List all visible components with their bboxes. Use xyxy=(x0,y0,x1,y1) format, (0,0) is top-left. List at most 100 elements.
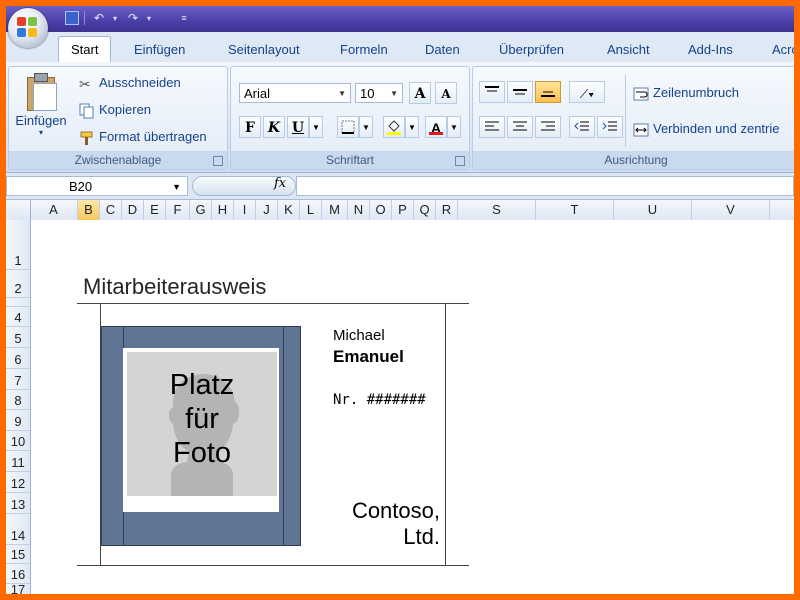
column-header[interactable]: A xyxy=(30,200,78,220)
wrap-text-button[interactable]: Zeilenumbruch xyxy=(633,83,739,103)
font-color-button[interactable]: A xyxy=(425,116,447,138)
column-header[interactable]: C xyxy=(100,200,122,220)
cut-button[interactable]: ✂ Ausschneiden xyxy=(79,73,181,93)
row-header[interactable]: 2 xyxy=(6,270,30,298)
increase-indent-button[interactable] xyxy=(597,116,623,138)
borders-button[interactable] xyxy=(337,116,359,138)
company-name[interactable]: Contoso, Ltd. xyxy=(306,498,440,550)
row-header[interactable]: 14 xyxy=(6,514,30,545)
fill-color-dropdown-icon[interactable]: ▼ xyxy=(405,116,419,138)
column-header[interactable]: V xyxy=(692,200,770,220)
font-size-select[interactable]: 10 ▼ xyxy=(355,83,403,103)
employee-number[interactable]: Nr. ####### xyxy=(333,392,426,408)
row-header[interactable]: 6 xyxy=(6,348,30,369)
format-painter-button[interactable]: Format übertragen xyxy=(79,127,207,147)
underline-dropdown-icon[interactable]: ▼ xyxy=(309,116,323,138)
italic-button[interactable]: K xyxy=(263,116,285,138)
select-all-corner[interactable] xyxy=(6,200,31,220)
row-header[interactable]: 8 xyxy=(6,390,30,410)
column-header[interactable]: T xyxy=(536,200,614,220)
column-header[interactable]: O xyxy=(370,200,392,220)
row-header[interactable]: 16 xyxy=(6,564,30,584)
row-header[interactable]: 15 xyxy=(6,545,30,564)
undo-dropdown-icon[interactable]: ▾ xyxy=(110,9,120,27)
chevron-down-icon[interactable]: ▼ xyxy=(172,177,181,197)
badge-right-border xyxy=(445,303,446,565)
row-header[interactable]: 5 xyxy=(6,327,30,348)
row-header[interactable]: 4 xyxy=(6,307,30,327)
align-right-button[interactable] xyxy=(535,116,561,138)
font-family-select[interactable]: Arial ▼ xyxy=(239,83,351,103)
row-header[interactable]: 13 xyxy=(6,493,30,514)
column-header[interactable]: F xyxy=(166,200,190,220)
underline-button[interactable]: U xyxy=(287,116,309,138)
decrease-indent-button[interactable] xyxy=(569,116,595,138)
tab-daten[interactable]: Daten xyxy=(425,38,460,62)
copy-button[interactable]: Kopieren xyxy=(79,100,151,120)
photo-frame-divider xyxy=(283,326,284,546)
tab-einfuegen[interactable]: Einfügen xyxy=(134,38,185,62)
grow-font-button[interactable]: A xyxy=(409,82,431,104)
font-color-dropdown-icon[interactable]: ▼ xyxy=(447,116,461,138)
customize-toolbar-icon[interactable]: ≡ xyxy=(178,9,190,27)
row-header[interactable]: 7 xyxy=(6,369,30,390)
align-left-button[interactable] xyxy=(479,116,505,138)
orientation-button[interactable]: ⟋▾ xyxy=(569,81,605,103)
employee-last-name[interactable]: Emanuel xyxy=(333,347,404,367)
column-header[interactable]: G xyxy=(190,200,212,220)
column-header[interactable]: Q xyxy=(414,200,436,220)
column-header[interactable]: L xyxy=(300,200,322,220)
employee-first-name[interactable]: Michael xyxy=(333,327,385,344)
paste-button[interactable]: Einfügen ▾ xyxy=(11,73,71,137)
column-header[interactable]: B xyxy=(78,200,100,220)
fill-color-button[interactable] xyxy=(383,116,405,138)
column-header[interactable]: J xyxy=(256,200,278,220)
tab-start[interactable]: Start xyxy=(58,36,112,63)
row-header[interactable]: 11 xyxy=(6,451,30,472)
column-header[interactable]: S xyxy=(458,200,536,220)
column-header[interactable]: N xyxy=(348,200,370,220)
tab-ansicht[interactable]: Ansicht xyxy=(607,38,650,62)
tab-ueberpruefen[interactable]: Überprüfen xyxy=(499,38,564,62)
tab-seitenlayout[interactable]: Seitenlayout xyxy=(228,38,300,62)
office-button[interactable] xyxy=(8,8,48,48)
merge-cells-icon xyxy=(633,122,649,138)
redo-icon[interactable]: ↷ xyxy=(124,9,142,27)
formula-input[interactable] xyxy=(296,176,794,196)
row-header[interactable]: 1 xyxy=(6,220,30,270)
tab-formeln[interactable]: Formeln xyxy=(340,38,388,62)
column-header[interactable]: I xyxy=(234,200,256,220)
undo-icon[interactable]: ↶ xyxy=(90,9,108,27)
row-header[interactable]: 9 xyxy=(6,410,30,431)
row-header[interactable]: 17 xyxy=(6,582,30,594)
column-header[interactable]: K xyxy=(278,200,300,220)
align-middle-button[interactable] xyxy=(507,81,533,103)
column-header[interactable]: H xyxy=(212,200,234,220)
row-header[interactable]: 3 xyxy=(6,298,30,307)
align-center-button[interactable] xyxy=(507,116,533,138)
column-header[interactable]: E xyxy=(144,200,166,220)
row-header[interactable]: 12 xyxy=(6,472,30,493)
font-dialog-launcher-icon[interactable] xyxy=(455,156,465,166)
align-bottom-button[interactable] xyxy=(535,81,561,103)
clipboard-dialog-launcher-icon[interactable] xyxy=(213,156,223,166)
name-box[interactable]: B20 ▼ xyxy=(6,176,188,196)
row-header[interactable]: 10 xyxy=(6,431,30,451)
borders-dropdown-icon[interactable]: ▼ xyxy=(359,116,373,138)
align-top-button[interactable] xyxy=(479,81,505,103)
bold-button[interactable]: F xyxy=(239,116,261,138)
column-header[interactable]: D xyxy=(122,200,144,220)
save-icon[interactable] xyxy=(64,9,80,27)
tab-add-ins[interactable]: Add-Ins xyxy=(688,38,733,62)
column-header[interactable]: P xyxy=(392,200,414,220)
column-header[interactable]: R xyxy=(436,200,458,220)
tab-acrobat[interactable]: Acro xyxy=(772,38,794,62)
merge-center-button[interactable]: Verbinden und zentrie xyxy=(633,119,779,139)
column-header[interactable]: M xyxy=(322,200,348,220)
column-header[interactable]: U xyxy=(614,200,692,220)
align-center-icon xyxy=(513,121,527,131)
insert-function-icon[interactable]: fx xyxy=(274,176,286,191)
redo-dropdown-icon[interactable]: ▾ xyxy=(144,9,154,27)
shrink-font-button[interactable]: A xyxy=(435,82,457,104)
paste-dropdown-icon[interactable]: ▾ xyxy=(11,128,71,137)
